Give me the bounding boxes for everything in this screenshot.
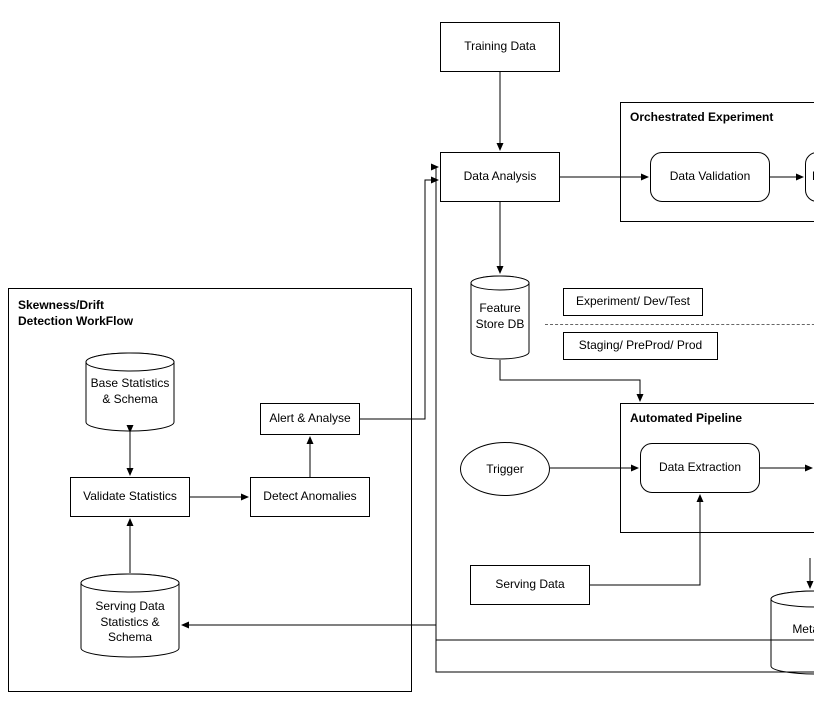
alert-analyse-box: Alert & Analyse: [260, 403, 360, 435]
env-divider: [545, 324, 814, 325]
data-analysis-box: Data Analysis: [440, 152, 560, 202]
orchestrated-experiment-title: Orchestrated Experiment: [630, 110, 773, 126]
serving-stats-cylinder: Serving Data Statistics & Schema: [80, 573, 180, 658]
base-stats-cylinder: Base Statistics & Schema: [85, 352, 175, 432]
meta-data-label: Meta Da: [770, 622, 814, 638]
trigger-node: Trigger: [460, 442, 550, 496]
feature-store-cylinder: Feature Store DB: [470, 275, 530, 360]
training-data-box: Training Data: [440, 22, 560, 72]
detect-anomalies-box: Detect Anomalies: [250, 477, 370, 517]
data-prep-partial-box: D: [805, 152, 814, 202]
base-stats-label: Base Statistics & Schema: [85, 376, 175, 407]
data-validation-box: Data Validation: [650, 152, 770, 202]
validate-statistics-box: Validate Statistics: [70, 477, 190, 517]
meta-data-cylinder: Meta Da: [770, 590, 814, 675]
serving-data-box: Serving Data: [470, 565, 590, 605]
data-extraction-box: Data Extraction: [640, 443, 760, 493]
serving-stats-label: Serving Data Statistics & Schema: [80, 599, 180, 646]
env-prod-label: Staging/ PreProd/ Prod: [563, 332, 718, 360]
feature-store-label: Feature Store DB: [470, 301, 530, 332]
automated-pipeline-title: Automated Pipeline: [630, 411, 742, 427]
env-dev-label: Experiment/ Dev/Test: [563, 288, 703, 316]
drift-workflow-title: Skewness/Drift Detection WorkFlow: [18, 298, 133, 329]
